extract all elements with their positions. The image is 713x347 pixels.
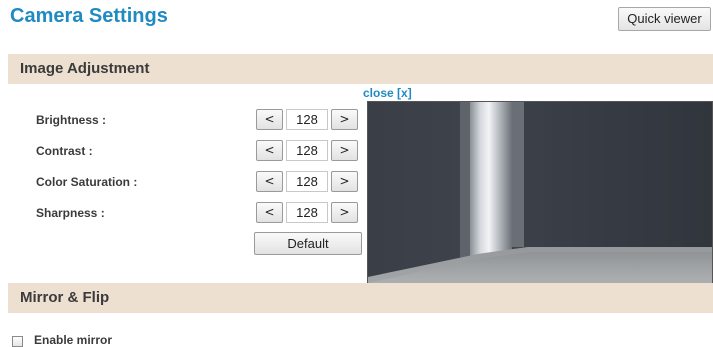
brightness-increment-button[interactable]: >	[331, 109, 358, 130]
image-adjustment-header: Image Adjustment	[8, 54, 713, 84]
contrast-decrement-button[interactable]: <	[256, 140, 283, 161]
contrast-label: Contrast :	[36, 144, 93, 158]
sharpness-value-field[interactable]: 128	[286, 202, 328, 223]
brightness-label: Brightness :	[36, 113, 107, 127]
contrast-increment-button[interactable]: >	[331, 140, 358, 161]
sharpness-decrement-button[interactable]: <	[256, 202, 283, 223]
color-saturation-decrement-button[interactable]: <	[256, 171, 283, 192]
enable-mirror-checkbox[interactable]	[12, 336, 23, 347]
brightness-value-field[interactable]: 128	[286, 109, 328, 130]
enable-mirror-label: Enable mirror	[34, 333, 113, 347]
close-preview-link[interactable]: close [x]	[363, 86, 412, 100]
color-saturation-value-field[interactable]: 128	[286, 171, 328, 192]
sharpness-increment-button[interactable]: >	[331, 202, 358, 223]
color-saturation-increment-button[interactable]: >	[331, 171, 358, 192]
default-button[interactable]: Default	[254, 232, 362, 255]
camera-preview-image	[367, 101, 713, 303]
camera-scene-graphic	[368, 102, 712, 302]
color-saturation-label: Color Saturation :	[36, 175, 138, 189]
sharpness-label: Sharpness :	[36, 206, 105, 220]
mirror-flip-header: Mirror & Flip	[8, 283, 713, 313]
quick-viewer-button[interactable]: Quick viewer	[618, 7, 711, 31]
brightness-decrement-button[interactable]: <	[256, 109, 283, 130]
contrast-value-field[interactable]: 128	[286, 140, 328, 161]
camera-settings-page: Camera Settings Quick viewer Image Adjus…	[0, 0, 713, 347]
page-title: Camera Settings	[10, 5, 168, 27]
